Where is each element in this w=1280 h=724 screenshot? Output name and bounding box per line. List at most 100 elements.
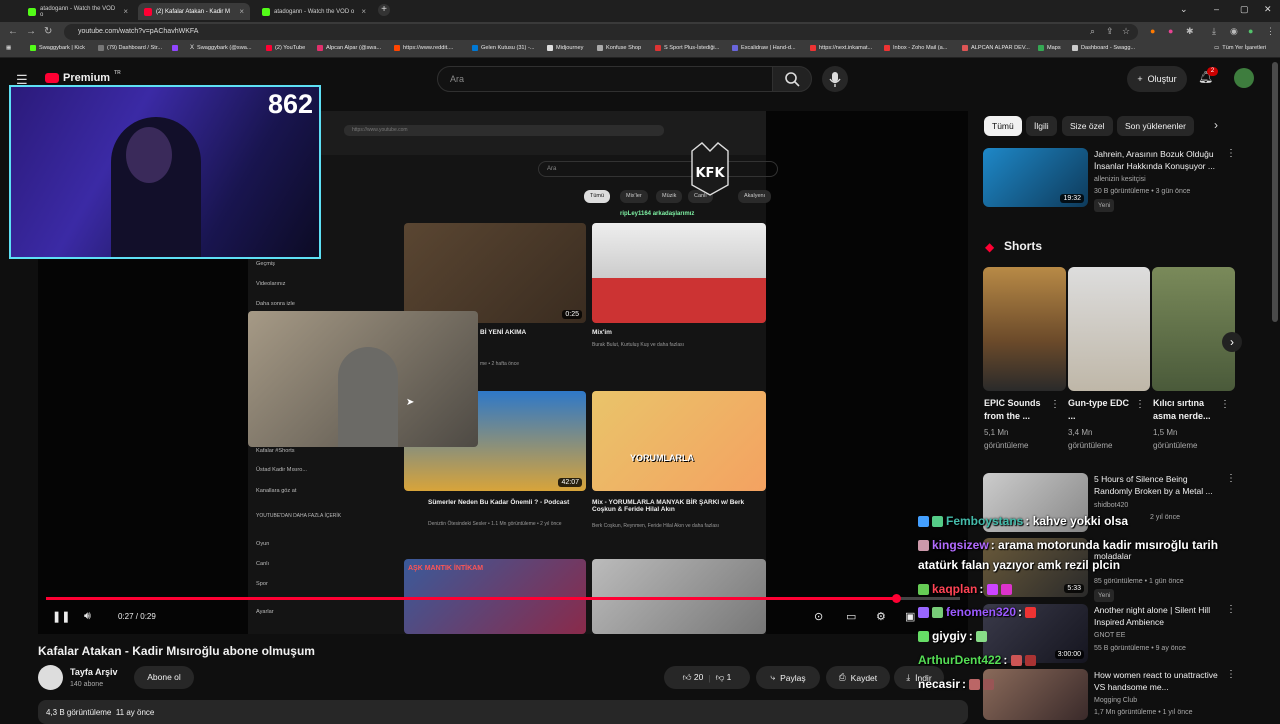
menu-icon[interactable]: ⋮ (1266, 26, 1275, 37)
minimize-icon[interactable]: – (1214, 4, 1219, 14)
bookmark[interactable]: Midjourney (547, 45, 583, 51)
bookmark[interactable]: Dashboard - Swagg... (1072, 45, 1135, 51)
more-options-icon[interactable]: ⋮ (1226, 148, 1236, 159)
scrollbar[interactable] (1272, 62, 1278, 322)
all-bookmarks[interactable]: ▭ Tüm Yer İşaretleri (1214, 45, 1266, 51)
bookmark[interactable]: Excalidraw | Hand-d... (732, 45, 796, 51)
dislike-button[interactable]: 👎︎ 1 (716, 672, 732, 683)
short-title[interactable]: EPIC Sounds from the ... (984, 397, 1046, 423)
browser-tab-active[interactable]: (2) Kafalar Atakan - Kadir M × (138, 3, 250, 20)
bookmark[interactable]: Swaggybark | Kick (30, 45, 85, 51)
recommended-title[interactable]: Jahrein, Arasının Bozuk Olduğu İnsanlar … (1094, 148, 1220, 172)
chip-related[interactable]: İlgili (1026, 116, 1057, 136)
recommended-channel[interactable]: shidbot420 (1094, 500, 1128, 511)
chip-for-you[interactable]: Size özel (1062, 116, 1113, 136)
search-button[interactable] (772, 66, 812, 92)
bookmark[interactable]: X Swaggybark (@swa... (190, 45, 252, 51)
like-button[interactable]: 👍︎ 20 (683, 672, 704, 683)
kick-icon (262, 7, 270, 16)
bookmark[interactable]: S Sport Plus-İstediği... (655, 45, 719, 51)
description-box[interactable]: 4,3 B görüntüleme 11 ay önce (38, 700, 968, 724)
channel-name[interactable]: Tayfa Arşiv (70, 667, 118, 677)
more-options-icon[interactable]: ⋮ (1226, 669, 1236, 680)
star-icon[interactable]: ☆ (1122, 26, 1130, 37)
forward-icon[interactable]: → (26, 26, 36, 37)
close-icon[interactable]: × (123, 7, 128, 16)
recommended-channel[interactable]: allenizin kesitçisi (1094, 174, 1146, 185)
url-field[interactable]: youtube.com/watch?v=pAChavhWKFA (64, 24, 1138, 40)
more-options-icon[interactable]: ⋮ (1226, 473, 1236, 484)
short-title[interactable]: Gun-type EDC ... (1068, 397, 1130, 423)
progress-scrubber[interactable] (892, 594, 902, 603)
tab-search-icon[interactable]: ⌄ (1180, 4, 1188, 15)
bookmark[interactable]: Konfuse Shop (597, 45, 641, 51)
reload-icon[interactable]: ↻ (44, 26, 52, 37)
search-input[interactable]: Ara (437, 66, 773, 92)
channel-avatar[interactable] (38, 665, 63, 690)
close-icon[interactable]: × (361, 7, 366, 16)
youtube-logo[interactable]: Premium TR (45, 70, 121, 84)
zoom-icon[interactable]: ⌕ (1090, 26, 1095, 37)
account-avatar[interactable] (1234, 68, 1254, 88)
bookmark[interactable]: Alpcan Alpar (@swa... (317, 45, 381, 51)
short-title[interactable]: Kılıcı sırtına asma nerde... (1153, 397, 1215, 423)
new-badge: Yeni (1094, 589, 1115, 602)
bookmark[interactable]: ALPCAN ALPAR DEV... (962, 45, 1030, 51)
miniplayer-icon[interactable]: ▣ (905, 610, 915, 623)
apps-icon[interactable]: ▦ (6, 45, 11, 51)
bookmark[interactable]: Maps (1038, 45, 1061, 51)
browser-tab[interactable]: atadogann - Watch the VOD o × (22, 3, 134, 20)
share-button[interactable]: ⤷ Paylaş (756, 666, 820, 689)
short-thumbnail[interactable] (983, 267, 1066, 391)
browser-tab[interactable]: atadogann - Watch the VOD o × (256, 3, 372, 20)
chip-recent[interactable]: Son yüklenenler (1117, 116, 1194, 136)
more-options-icon[interactable]: ⋮ (1135, 399, 1145, 410)
download-icon[interactable]: ⤓ (1212, 26, 1216, 37)
close-icon[interactable]: × (239, 7, 244, 16)
more-options-icon[interactable]: ⋮ (1050, 399, 1060, 410)
chevron-right-icon[interactable]: › (1214, 118, 1218, 132)
bookmark[interactable]: (79) Dashboard / Str... (98, 45, 162, 51)
shorts-next-button[interactable]: › (1222, 332, 1242, 352)
recommended-title[interactable]: How women react to unattractive VS hands… (1094, 669, 1220, 693)
save-button[interactable]: ⎙ Kaydet (826, 666, 890, 689)
bookmark[interactable] (172, 45, 178, 51)
bookmark[interactable]: Gelen Kutusu (31) -... (472, 45, 534, 51)
volume-icon[interactable]: 🔊︎ (84, 610, 91, 623)
bookmark[interactable]: https://next.inkamat... (810, 45, 872, 51)
close-window-icon[interactable]: ✕ (1264, 4, 1272, 15)
subtitles-icon[interactable]: ▭ (846, 610, 856, 623)
more-options-icon[interactable]: ⋮ (1226, 604, 1236, 615)
emote-icon (986, 584, 998, 596)
subscribe-button[interactable]: Abone ol (134, 666, 194, 689)
short-thumbnail[interactable] (1068, 267, 1150, 391)
extensions-puzzle-icon[interactable]: ✱ (1186, 26, 1194, 37)
share-icon[interactable]: ⇪ (1106, 26, 1114, 37)
recommended-thumbnail[interactable] (983, 669, 1088, 720)
bookmark[interactable]: (2) YouTube (266, 45, 305, 51)
progress-bar[interactable] (46, 594, 960, 603)
recommended-title[interactable]: 5 Hours of Silence Being Randomly Broken… (1094, 473, 1220, 497)
voice-search-button[interactable] (822, 66, 848, 92)
create-button[interactable]: + Oluştur (1127, 66, 1187, 92)
autoplay-toggle-icon[interactable]: ⊙ (814, 610, 823, 623)
avatar-icon[interactable]: ● (1248, 26, 1253, 36)
short-thumbnail[interactable] (1152, 267, 1235, 391)
bookmark[interactable]: https://www.reddit.... (394, 45, 453, 51)
recommended-channel[interactable]: GNOT EE (1094, 630, 1125, 641)
settings-gear-icon[interactable]: ⚙ (876, 610, 886, 623)
pause-icon[interactable]: ❚❚ (52, 610, 70, 623)
extension-icon[interactable]: ● (1168, 26, 1173, 36)
recommended-thumbnail[interactable]: 19:32 (983, 148, 1088, 207)
maximize-icon[interactable]: ▢ (1240, 4, 1249, 15)
back-icon[interactable]: ← (8, 26, 18, 37)
profile-icon[interactable]: ◉ (1230, 26, 1238, 37)
create-label: Oluştur (1147, 74, 1177, 84)
extension-icon[interactable]: ● (1150, 26, 1155, 36)
recommended-title[interactable]: Another night alone | Silent Hill Inspir… (1094, 604, 1220, 628)
bookmark[interactable]: Inbox - Zoho Mail (a... (884, 45, 947, 51)
more-options-icon[interactable]: ⋮ (1220, 399, 1230, 410)
recommended-channel[interactable]: Mogging Club (1094, 695, 1137, 706)
new-tab-button[interactable]: + (378, 4, 390, 16)
chip-all[interactable]: Tümü (984, 116, 1022, 136)
